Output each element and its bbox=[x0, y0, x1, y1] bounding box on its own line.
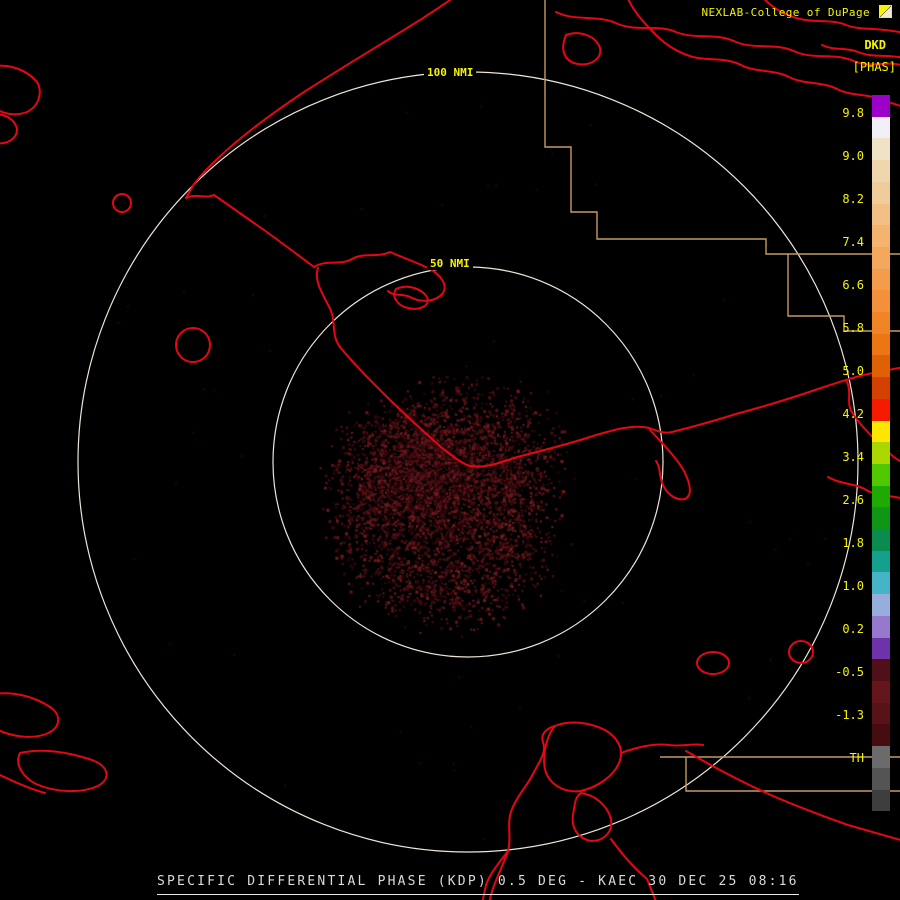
colorbar-tick-label: TH bbox=[849, 751, 864, 765]
geography-line bbox=[17, 749, 108, 793]
colorbar-tick-label: 8.2 bbox=[842, 192, 864, 206]
colorbar-segment bbox=[872, 637, 890, 660]
lake-outline bbox=[112, 193, 132, 213]
geography-line bbox=[620, 743, 704, 754]
geography-line bbox=[649, 429, 691, 501]
colorbar-segment bbox=[872, 268, 890, 291]
colorbar-tick-label: 1.8 bbox=[842, 536, 864, 550]
colorbar-segment bbox=[872, 138, 890, 161]
colorbar-scale bbox=[872, 95, 890, 812]
colorbar-segment bbox=[872, 116, 890, 139]
status-bar: SPECIFIC DIFFERENTIAL PHASE (KDP) 0.5 DE… bbox=[157, 874, 799, 895]
geography-line bbox=[571, 792, 613, 842]
geography-line bbox=[543, 721, 623, 793]
colorbar-segment bbox=[872, 225, 890, 247]
colorbar-segment bbox=[872, 615, 890, 638]
colorbar-segment bbox=[872, 377, 890, 399]
geography-line bbox=[0, 773, 46, 794]
cod-logo-icon bbox=[879, 5, 892, 18]
geography-line bbox=[185, 194, 315, 268]
colorbar-segment bbox=[872, 767, 890, 790]
colorbar-segment bbox=[872, 290, 890, 313]
colorbar-tick-label: 9.8 bbox=[842, 106, 864, 120]
colorbar-tick-label: 5.8 bbox=[842, 321, 864, 335]
colorbar-segment bbox=[872, 312, 890, 334]
radar-map bbox=[0, 0, 900, 900]
lake-outline bbox=[788, 640, 814, 664]
colorbar-segment bbox=[872, 572, 890, 595]
product-unit: [PHAS] bbox=[852, 60, 896, 74]
colorbar-tick-label: 9.0 bbox=[842, 149, 864, 163]
colorbar-segment bbox=[872, 203, 890, 226]
radar-display: 100 NMI 50 NMI NEXLAB-College of DuPage … bbox=[0, 0, 900, 900]
colorbar-tick-label: -1.3 bbox=[835, 708, 864, 722]
range-ring-50nmi bbox=[272, 266, 664, 658]
colorbar-segment bbox=[872, 659, 890, 681]
range-ring-label-50nmi: 50 NMI bbox=[427, 257, 473, 270]
colorbar-tick-label: 4.2 bbox=[842, 407, 864, 421]
colorbar-tick-label: 6.6 bbox=[842, 278, 864, 292]
colorbar-segment bbox=[872, 746, 890, 768]
lake-outline bbox=[696, 651, 730, 675]
colorbar-segment bbox=[872, 485, 890, 508]
geography-line bbox=[0, 692, 60, 738]
colorbar-segment bbox=[872, 420, 890, 443]
colorbar-segment bbox=[872, 724, 890, 747]
colorbar-tick-label: 7.4 bbox=[842, 235, 864, 249]
colorbar-tick-label: 2.6 bbox=[842, 493, 864, 507]
geography-line bbox=[315, 267, 471, 467]
colorbar-segment bbox=[872, 160, 890, 182]
colorbar-segment bbox=[872, 507, 890, 530]
geography-line bbox=[562, 32, 602, 66]
colorbar: 9.8 9.0 8.2 7.4 6.6 5.8 5.0 4.2 3.4 2.6 1.8 1.0 0.2 -… bbox=[830, 95, 890, 812]
colorbar-segment bbox=[872, 95, 890, 117]
colorbar-tick-label: -0.5 bbox=[835, 665, 864, 679]
geography-line bbox=[185, 0, 452, 199]
colorbar-segment bbox=[872, 680, 890, 703]
colorbar-segment bbox=[872, 594, 890, 616]
range-ring-100nmi bbox=[77, 71, 859, 853]
colorbar-segment bbox=[872, 550, 890, 573]
colorbar-tick-label: 5.0 bbox=[842, 364, 864, 378]
geography-line bbox=[555, 11, 900, 66]
product-code: DKD bbox=[864, 38, 886, 52]
colorbar-segment bbox=[872, 355, 890, 378]
colorbar-segment bbox=[872, 398, 890, 421]
colorbar-segment bbox=[872, 333, 890, 356]
colorbar-segment bbox=[872, 529, 890, 551]
colorbar-tick-label: 3.4 bbox=[842, 450, 864, 464]
colorbar-segment bbox=[872, 702, 890, 725]
lake-outline bbox=[175, 327, 211, 363]
colorbar-segment bbox=[872, 181, 890, 204]
colorbar-tick-label: 1.0 bbox=[842, 579, 864, 593]
colorbar-segment bbox=[872, 246, 890, 269]
nexlab-brand-text: NEXLAB-College of DuPage bbox=[701, 6, 870, 19]
colorbar-segment bbox=[872, 463, 890, 486]
colorbar-segment bbox=[872, 442, 890, 464]
range-ring-label-100nmi: 100 NMI bbox=[424, 66, 477, 79]
colorbar-tick-label: 0.2 bbox=[842, 622, 864, 636]
geography-line bbox=[0, 64, 41, 116]
geography-line bbox=[0, 113, 18, 145]
colorbar-segment bbox=[872, 789, 890, 812]
